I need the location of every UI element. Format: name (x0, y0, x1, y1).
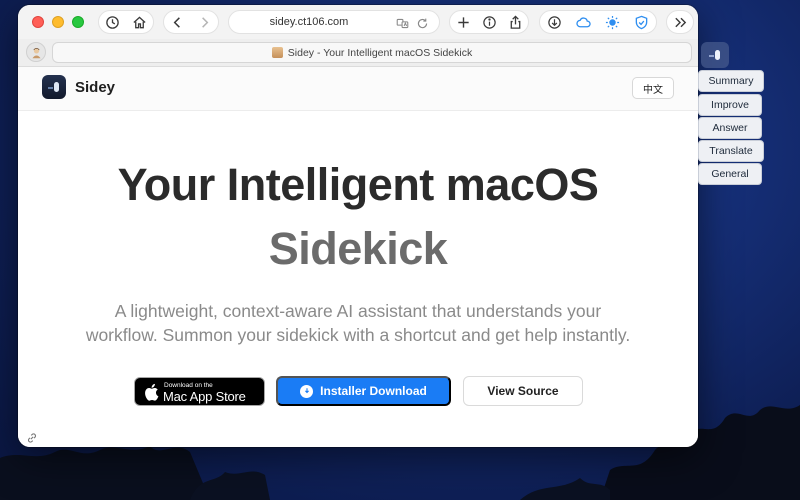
info-icon[interactable] (479, 12, 499, 32)
translate-button[interactable]: Translate (698, 140, 764, 162)
brightness-icon[interactable] (603, 12, 623, 32)
favicon-icon (271, 47, 283, 58)
sidey-icon (709, 50, 720, 60)
url-text: sidey.ct106.com (269, 16, 349, 28)
profile-avatar[interactable] (26, 42, 46, 62)
close-window-button[interactable] (32, 16, 44, 28)
language-switch-button[interactable]: 中文 (632, 77, 674, 99)
tab-title: Sidey - Your Intelligent macOS Sidekick (287, 46, 473, 59)
hero-title-line1: Your Intelligent macOS (117, 159, 599, 210)
answer-button[interactable]: Answer (698, 117, 762, 139)
browser-window: sidey.ct106.com Sidey - Your Intelligent… (18, 5, 698, 447)
forward-icon[interactable] (195, 12, 215, 32)
reload-icon[interactable] (413, 13, 431, 33)
history-icon[interactable] (103, 12, 123, 32)
tab-active[interactable]: Sidey - Your Intelligent macOS Sidekick (52, 42, 692, 63)
web-page: Sidey 中文 Your Intelligent macOS Sidekick… (18, 67, 698, 447)
improve-button[interactable]: Improve (698, 94, 762, 116)
shield-icon[interactable] (632, 12, 652, 32)
mac-app-store-button[interactable]: Download on the Mac App Store (134, 377, 265, 406)
translate-icon[interactable] (393, 13, 411, 33)
summary-button[interactable]: Summary (698, 70, 764, 92)
link-icon[interactable] (26, 431, 38, 443)
page-actions-group (449, 10, 529, 34)
sidey-toggle-button[interactable] (701, 42, 729, 68)
installer-download-label: Installer Download (320, 384, 427, 398)
brand-name[interactable]: Sidey (75, 79, 115, 96)
apple-icon (145, 383, 159, 401)
hero-title-line2: Sidekick (268, 223, 448, 274)
zoom-window-button[interactable] (72, 16, 84, 28)
hero-subtitle: A lightweight, context-aware AI assistan… (38, 299, 678, 347)
hero-subtitle-line2: workflow. Summon your sidekick with a sh… (85, 325, 631, 345)
browser-toolbar: sidey.ct106.com (18, 5, 698, 39)
home-icon[interactable] (130, 12, 150, 32)
general-button[interactable]: General (698, 163, 762, 185)
tab-bar: Sidey - Your Intelligent macOS Sidekick (18, 39, 698, 67)
more-icon[interactable] (670, 12, 690, 32)
installer-download-button[interactable]: Installer Download (276, 376, 451, 406)
sidey-logo-icon[interactable] (42, 75, 66, 99)
window-controls (32, 16, 84, 28)
new-tab-icon[interactable] (453, 12, 473, 32)
extensions-group (539, 10, 657, 34)
minimize-window-button[interactable] (52, 16, 64, 28)
back-icon[interactable] (168, 12, 188, 32)
hero-subtitle-line1: A lightweight, context-aware AI assistan… (114, 301, 602, 321)
history-home-group (98, 10, 154, 34)
share-icon[interactable] (505, 12, 525, 32)
cloud-icon[interactable] (574, 12, 594, 32)
view-source-button[interactable]: View Source (463, 376, 583, 406)
download-icon (300, 384, 314, 398)
address-bar[interactable]: sidey.ct106.com (228, 10, 440, 34)
downloads-icon[interactable] (545, 12, 565, 32)
navigation-group (163, 10, 219, 34)
site-header: Sidey 中文 (18, 67, 698, 111)
more-group (666, 10, 694, 34)
appstore-small-text: Download on the (164, 382, 213, 389)
appstore-big-text: Mac App Store (163, 389, 246, 404)
cta-buttons: Download on the Mac App Store Installer … (18, 375, 698, 407)
